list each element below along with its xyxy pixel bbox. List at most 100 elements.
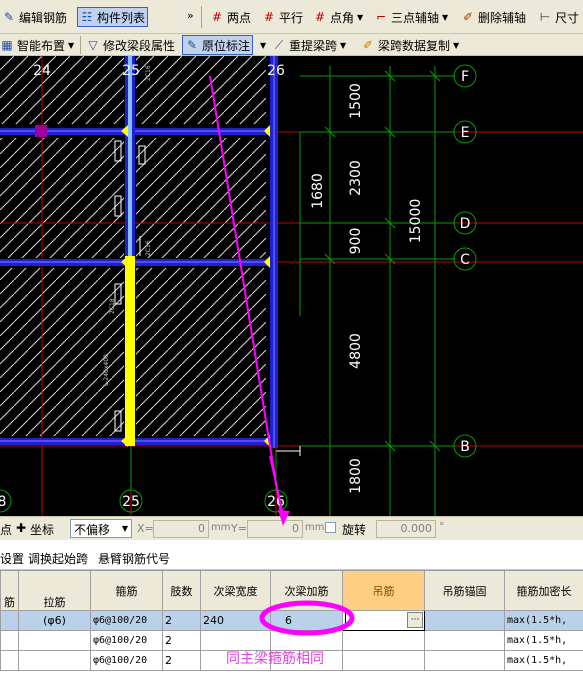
table-cell[interactable]: 240	[200, 610, 271, 631]
axis-label: 26	[267, 494, 285, 510]
column-header-active[interactable]: 吊筋	[342, 570, 425, 611]
toolbar-overflow-icon[interactable]: »	[187, 5, 194, 25]
table-cell[interactable]: 2	[162, 630, 201, 651]
table-row[interactable]: (φ6) φ6@100/20 2 240 6 ··· max(1.5*h,	[0, 610, 583, 631]
parallel-button[interactable]: # 平行	[262, 7, 303, 27]
main-toolbar: ✎ 编辑钢筋 ☷ 构件列表 » # 两点 # 平行 # 点角 ▼ ⌐ 三点辅轴 …	[0, 0, 583, 34]
span-data-copy-button[interactable]: ✐ 梁跨数据复制 ▼	[361, 35, 459, 55]
table-cell[interactable]	[342, 630, 425, 651]
table-cell[interactable]: φ6@100/20	[90, 610, 163, 631]
span-data-copy-label: 梁跨数据复制	[378, 38, 451, 53]
two-point-button[interactable]: # 两点	[210, 7, 251, 27]
coordinate-bar: 点 ✚ 坐标 不偏移 ▼ X= 0 mm Y= 0 mm 旋转 0.000 °	[0, 516, 583, 540]
eraser-icon: ✐	[462, 10, 474, 24]
funnel-icon: ▽	[88, 38, 98, 52]
table-cell[interactable]: (φ6)	[18, 610, 91, 631]
drawing-canvas[interactable]: 2C18 2C16 2C16 L-240x400 F E D C B 24 25…	[0, 56, 583, 516]
column-header[interactable]: 吊筋锚固	[424, 570, 505, 611]
svg-text:L-240x400: L-240x400	[103, 354, 110, 386]
parallel-label: 平行	[279, 10, 304, 25]
dimension-label: 2300	[348, 160, 364, 196]
dimension-label: 1800	[348, 458, 364, 494]
column-header[interactable]: 次梁宽度	[200, 570, 271, 611]
table-cell[interactable]: max(1.5*h,	[504, 650, 583, 671]
axis-label: C	[460, 252, 470, 268]
edit-rebar-button[interactable]: ✎ 编辑钢筋	[2, 7, 67, 27]
column-header[interactable]: 筋	[0, 570, 19, 611]
modify-span-attr-button[interactable]: ▽ 修改梁段属性	[86, 35, 175, 55]
table-cell[interactable]: 2	[162, 650, 201, 671]
pencil-icon: ✎	[3, 10, 15, 24]
hatched-slab	[0, 138, 124, 258]
hatched-slab	[0, 56, 124, 124]
axis-label: 24	[33, 63, 51, 79]
table-cell[interactable]: φ6@100/20	[90, 630, 163, 651]
mm-label: mm	[305, 522, 325, 533]
dimension-button[interactable]: ⊢ 尺寸	[538, 7, 579, 27]
table-cell[interactable]	[424, 630, 505, 651]
column-header-text: 拉筋	[43, 596, 66, 609]
list-icon: ☷	[81, 10, 93, 24]
dropdown-arrow-icon[interactable]: ▼	[340, 41, 346, 50]
table-cell[interactable]: max(1.5*h,	[504, 630, 583, 651]
menu-item-settings[interactable]: 设置	[0, 550, 24, 567]
table-cell[interactable]: φ6@100/20	[90, 650, 163, 671]
hatched-slab	[0, 268, 124, 436]
text-cursor	[345, 612, 346, 626]
rotate-checkbox[interactable]	[325, 522, 336, 533]
cell-edit-button[interactable]: ···	[407, 612, 423, 628]
three-point-axis-button[interactable]: ⌐ 三点辅轴 ▼	[374, 7, 448, 27]
table-cell[interactable]	[342, 650, 425, 671]
column-header[interactable]: 肢数	[162, 570, 201, 611]
y-label: Y=	[231, 522, 247, 535]
column-header[interactable]: 箍筋加密长	[504, 570, 583, 611]
in-place-label-button[interactable]: ✎ 原位标注	[182, 35, 254, 55]
selected-beam[interactable]	[125, 256, 135, 446]
table-cell[interactable]	[424, 610, 505, 631]
two-point-label: 两点	[227, 10, 252, 25]
table-cell[interactable]: 2	[162, 610, 201, 631]
dimension-label: 4800	[348, 333, 364, 369]
coordinate-icon[interactable]: ✚	[16, 521, 26, 535]
axis-label: 25	[122, 63, 140, 79]
delete-axis-button[interactable]: ✐ 删除辅轴	[461, 7, 526, 27]
component-list-label: 构件列表	[97, 10, 146, 25]
table-cell[interactable]	[424, 650, 505, 671]
toolbar-divider	[80, 36, 81, 54]
table-cell[interactable]: max(1.5*h,	[504, 610, 583, 631]
column-header[interactable]: 箍筋	[90, 570, 163, 611]
table-cell[interactable]	[0, 650, 19, 671]
table-cell[interactable]	[18, 650, 91, 671]
dropdown-arrow-icon[interactable]: ▼	[260, 35, 266, 55]
menu-item-cantilever-code[interactable]: 悬臂钢筋代号	[98, 550, 170, 567]
table-cell[interactable]: 6	[270, 610, 343, 631]
x-input[interactable]: 0	[153, 520, 209, 538]
smart-layout-button[interactable]: ▦ 智能布置 ▼	[0, 35, 74, 55]
span-menu-bar: 设置 调换起始跨 悬臂钢筋代号	[0, 540, 583, 570]
table-cell[interactable]	[18, 630, 91, 651]
rotate-input[interactable]: 0.000	[376, 520, 436, 538]
dropdown-arrow-icon[interactable]: ▼	[357, 13, 363, 22]
column-header[interactable]: 拉筋	[18, 570, 91, 611]
dropdown-arrow-icon[interactable]: ▼	[453, 41, 459, 50]
column-header[interactable]: 次梁加筋	[270, 570, 343, 611]
point-angle-button[interactable]: # 点角 ▼	[313, 7, 363, 27]
dropdown-arrow-icon[interactable]: ▼	[442, 13, 448, 22]
offset-select[interactable]: 不偏移 ▼	[70, 519, 132, 538]
y-input[interactable]: 0	[247, 520, 303, 538]
menu-item-swap-start-span[interactable]: 调换起始跨	[28, 550, 88, 567]
axis-label: 8	[0, 494, 6, 510]
toolbar-divider	[201, 6, 202, 28]
dropdown-arrow-icon[interactable]: ▼	[122, 524, 128, 533]
dropdown-arrow-icon[interactable]: ▼	[68, 41, 74, 50]
table-cell[interactable]	[0, 630, 19, 651]
component-list-button[interactable]: ☷ 构件列表	[77, 7, 149, 27]
point-angle-label: 点角	[330, 10, 355, 25]
hatched-slab	[136, 56, 266, 124]
table-cell[interactable]	[0, 610, 19, 631]
coordinate-label[interactable]: 坐标	[30, 521, 54, 538]
editing-cell[interactable]: ···	[342, 610, 425, 631]
annotation-text: 同主梁箍筋相同	[226, 651, 324, 667]
re-extract-span-button[interactable]: ⟋ 重提梁跨 ▼	[272, 35, 346, 55]
beam-toolbar: ▦ 智能布置 ▼ ▽ 修改梁段属性 ✎ 原位标注 ▼ ⟋ 重提梁跨 ▼ ✐ 梁跨…	[0, 34, 583, 56]
